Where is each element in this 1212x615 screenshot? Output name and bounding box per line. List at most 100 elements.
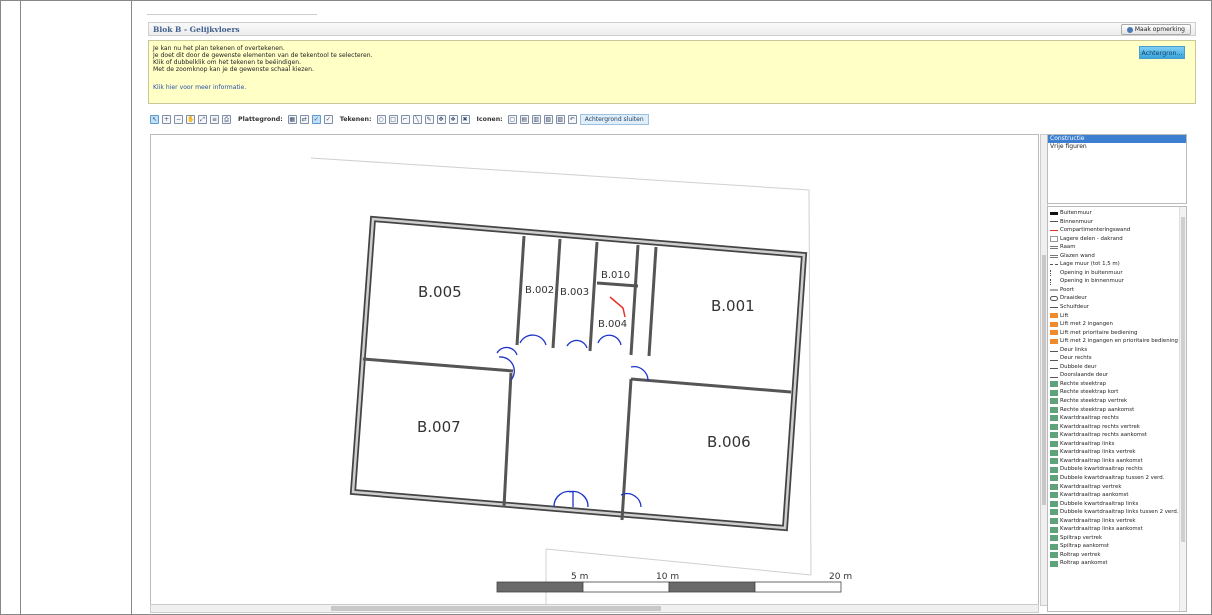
select-pointer-icon[interactable]: ↖ [150, 114, 159, 124]
undo-icon[interactable]: ↶ [567, 114, 577, 124]
legend-item[interactable]: Rechte steektrap [1048, 380, 1180, 389]
legend-item[interactable]: Lagere delen - dakrand [1048, 235, 1180, 244]
vertical-scroll-thumb[interactable] [1042, 255, 1046, 505]
fit-extent-icon[interactable]: ⤢ [198, 114, 207, 124]
legend-item[interactable]: Dubbele deur [1048, 363, 1180, 372]
floorplan-grid-icon[interactable]: ▦ [287, 114, 297, 124]
legend-item[interactable]: Rechte steektrap vertrek [1048, 397, 1180, 406]
horizontal-scrollbar[interactable] [150, 604, 1039, 613]
legend-item[interactable]: Draaideur [1048, 294, 1180, 303]
check-icon[interactable]: ✓ [323, 114, 333, 124]
legend-item[interactable]: Kwartdraaitrap aankomst [1048, 491, 1180, 500]
icon-tool-icon[interactable]: ▤ [519, 114, 529, 124]
legend-item[interactable]: Opening in binnenmuur [1048, 277, 1180, 286]
legend-scroll-thumb[interactable] [1181, 217, 1185, 542]
legend-item[interactable]: Spiltrap vertrek [1048, 534, 1180, 543]
legend-item-label: Compartimenteringswand [1060, 227, 1131, 234]
zoom-out-icon[interactable]: − [174, 114, 183, 124]
legend-item[interactable]: Kwartdraaitrap links aankomst [1048, 525, 1180, 534]
legend-item-label: Kwartdraaitrap links vertrek [1060, 449, 1136, 456]
background-button[interactable]: Achtergron... [1139, 46, 1185, 59]
legend-item[interactable]: Kwartdraaitrap links aankomst [1048, 457, 1180, 466]
room-label[interactable]: B.006 [707, 433, 751, 451]
legend-item[interactable]: Deur links [1048, 346, 1180, 355]
legend-item[interactable]: Dubbele kwartdraaitrap links [1048, 500, 1180, 509]
align-icon[interactable]: ≡ [210, 114, 219, 124]
legend-item-label: Dubbele deur [1060, 363, 1097, 370]
legend-item[interactable]: Dubbele kwartdraaitrap tussen 2 verd. [1048, 474, 1180, 483]
layer-item-constructie[interactable]: Constructie [1048, 135, 1186, 143]
legend-item[interactable]: Lift met 2 ingangen en prioritaire bedie… [1048, 337, 1180, 346]
make-remark-button[interactable]: Maak opmerking [1120, 24, 1191, 35]
legend-item[interactable]: Roltrap aankomst [1048, 559, 1180, 568]
instructions-box: Je kan nu het plan tekenen of overtekene… [148, 40, 1196, 104]
paint-icon[interactable]: ❖ [448, 114, 458, 124]
polygon-draw-icon[interactable]: ⌐ [400, 114, 410, 124]
legend-item-label: Kwartdraaitrap links [1060, 440, 1115, 447]
legend-item-label: Kwartdraaitrap vertrek [1060, 483, 1122, 490]
legend-item[interactable]: Roltrap vertrek [1048, 551, 1180, 560]
legend-item[interactable]: Kwartdraaitrap rechts [1048, 414, 1180, 423]
horizontal-scroll-thumb[interactable] [331, 606, 661, 611]
legend-item[interactable]: Poort [1048, 286, 1180, 295]
legend-item[interactable]: Raam [1048, 243, 1180, 252]
room-label[interactable]: B.004 [598, 319, 627, 330]
drawing-canvas[interactable]: B.005 B.002 B.003 B.010 B.004 B.001 B.00… [150, 134, 1039, 606]
legend-item[interactable]: Lift met 2 ingangen [1048, 320, 1180, 329]
room-label[interactable]: B.002 [525, 285, 554, 296]
zoom-in-icon[interactable]: + [162, 114, 171, 124]
legend-item[interactable]: Dubbele kwartdraaitrap rechts [1048, 465, 1180, 474]
print-icon[interactable]: ⎙ [222, 114, 231, 124]
legend-item[interactable]: Kwartdraaitrap links [1048, 440, 1180, 449]
legend-symbol-icon [1050, 406, 1058, 413]
legend-item[interactable]: Lage muur (tot 1,5 m) [1048, 260, 1180, 269]
room-label[interactable]: B.007 [417, 418, 461, 436]
legend-item[interactable]: Kwartdraaitrap vertrek [1048, 483, 1180, 492]
legend-item-label: Opening in buitenmuur [1060, 269, 1123, 276]
room-label[interactable]: B.003 [560, 287, 589, 298]
room-label[interactable]: B.001 [711, 297, 755, 315]
icon-tool-icon[interactable]: ▥ [531, 114, 541, 124]
icon-tool-icon[interactable]: ▧ [543, 114, 553, 124]
legend-item-label: Lift [1060, 312, 1069, 319]
legend-item[interactable]: Kwartdraaitrap links vertrek [1048, 448, 1180, 457]
icon-tool-icon[interactable]: ▢ [507, 114, 517, 124]
pan-hand-icon[interactable]: ✋ [186, 114, 195, 124]
layer-list: Constructie Vrije figuren [1047, 134, 1187, 204]
navigation-column [20, 0, 132, 615]
legend-list: Buitenmuur Binnenmuur Compartimenteringswa… [1048, 209, 1180, 568]
legend-item[interactable]: Schuifdeur [1048, 303, 1180, 312]
legend-item[interactable]: Lift [1048, 312, 1180, 321]
legend-item[interactable]: Kwartdraaitrap rechts aankomst [1048, 431, 1180, 440]
image-icon[interactable]: ▨ [555, 114, 565, 124]
delete-icon[interactable]: ✖ [460, 114, 470, 124]
legend-item[interactable]: Doorslaande deur [1048, 371, 1180, 380]
plattegrond-label: Plattegrond: [238, 115, 283, 123]
legend-item[interactable]: Buitenmuur [1048, 209, 1180, 218]
legend-item[interactable]: Lift met prioritaire bediening [1048, 329, 1180, 338]
rectangle-draw-icon[interactable]: □ [388, 114, 398, 124]
legend-item[interactable]: Kwartdraaitrap rechts vertrek [1048, 423, 1180, 432]
more-info-link[interactable]: Klik hier voor meer informatie. [153, 84, 246, 91]
check-icon[interactable]: ✓ [311, 114, 321, 124]
layer-item-vrije-figuren[interactable]: Vrije figuren [1048, 143, 1186, 151]
legend-item[interactable]: Glazen wand [1048, 252, 1180, 261]
legend-item[interactable]: Spiltrap aankomst [1048, 542, 1180, 551]
legend-item[interactable]: Deur rechts [1048, 354, 1180, 363]
legend-item[interactable]: Opening in buitenmuur [1048, 269, 1180, 278]
legend-item[interactable]: Binnenmuur [1048, 218, 1180, 227]
line-draw-icon[interactable]: ╲ [412, 114, 422, 124]
legend-item[interactable]: Dubbele kwartdraaitrap links tussen 2 ve… [1048, 508, 1180, 517]
edit-icon[interactable]: ✎ [424, 114, 434, 124]
circle-draw-icon[interactable]: ○ [376, 114, 386, 124]
legend-item[interactable]: Rechte steektrap kort [1048, 388, 1180, 397]
room-label[interactable]: B.010 [601, 270, 630, 281]
close-background-button[interactable]: Achtergrond sluiten [579, 113, 649, 125]
legend-item[interactable]: Compartimenteringswand [1048, 226, 1180, 235]
move-icon[interactable]: ✥ [436, 114, 446, 124]
legend-item[interactable]: Rechte steektrap aankomst [1048, 406, 1180, 415]
room-label[interactable]: B.005 [418, 283, 462, 301]
legend-item[interactable]: Kwartdraaitrap links vertrek [1048, 517, 1180, 526]
swap-icon[interactable]: ⇄ [299, 114, 309, 124]
legend-scrollbar[interactable] [1179, 207, 1186, 611]
